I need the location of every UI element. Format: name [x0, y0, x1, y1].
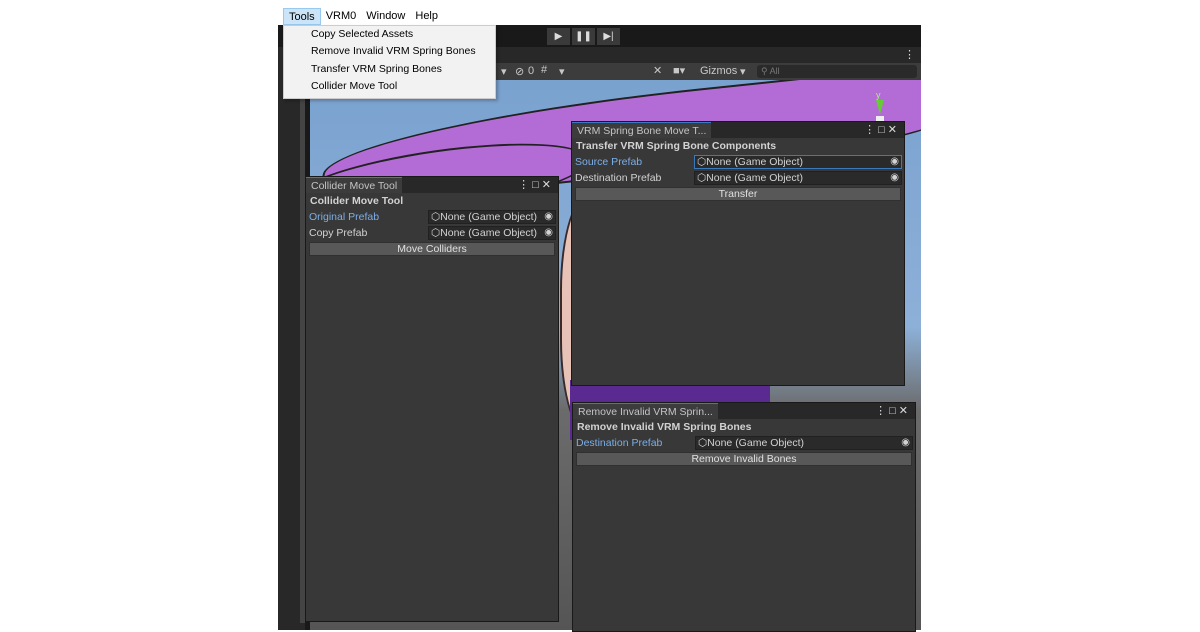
gizmo-axis-label: y — [876, 90, 881, 100]
field-value: None (Game Object) — [706, 172, 804, 184]
transfer-spring-bone-window: VRM Spring Bone Move T... ⋮□✕ Transfer VR… — [571, 121, 905, 386]
menu-item-remove-invalid-spring-bones[interactable]: Remove Invalid VRM Spring Bones — [284, 43, 495, 60]
window-controls[interactable]: ⋮□✕ — [518, 177, 554, 193]
grid-icon[interactable]: # — [541, 64, 547, 76]
menu-item-collider-move-tool[interactable]: Collider Move Tool — [284, 78, 495, 95]
original-prefab-field[interactable]: ⬡None (Game Object) ◉ — [428, 210, 556, 224]
hierarchy-panel — [278, 47, 305, 630]
transfer-button[interactable]: Transfer — [575, 187, 901, 201]
remove-invalid-bones-window: Remove Invalid VRM Sprin... ⋮□✕ Remove In… — [572, 402, 916, 632]
menu-window[interactable]: Window — [361, 8, 410, 25]
menu-item-transfer-spring-bones[interactable]: Transfer VRM Spring Bones — [284, 61, 495, 78]
destination-prefab-field[interactable]: ⬡None (Game Object) ◉ — [694, 171, 902, 185]
window-controls[interactable]: ⋮□✕ — [875, 403, 911, 419]
object-picker-icon[interactable]: ◉ — [890, 172, 899, 184]
menu-tools[interactable]: Tools — [283, 8, 321, 25]
field-label: Copy Prefab — [309, 227, 368, 239]
move-colliders-button[interactable]: Move Colliders — [309, 242, 555, 256]
tab-vrm-spring-bone-move[interactable]: VRM Spring Bone Move T... — [572, 122, 712, 138]
source-prefab-field[interactable]: ⬡None (Game Object) ◉ — [694, 155, 902, 169]
field-value: None (Game Object) — [440, 211, 538, 223]
more-icon[interactable]: ⋮ — [904, 48, 915, 61]
chevron-down-icon[interactable]: ▾ — [740, 65, 746, 78]
field-label: Destination Prefab — [576, 437, 663, 449]
field-value: None (Game Object) — [440, 227, 538, 239]
collider-move-window: Collider Move Tool ⋮□✕ Collider Move Tool… — [305, 176, 559, 622]
hidden-objects-icon[interactable]: ⊘ — [515, 65, 524, 78]
object-picker-icon[interactable]: ◉ — [544, 227, 553, 239]
tools-menu: Copy Selected Assets Remove Invalid VRM … — [283, 25, 496, 99]
search-input[interactable]: ⚲ All — [757, 65, 917, 78]
camera-icon[interactable]: ■▾ — [673, 64, 685, 77]
tab-collider-move-tool[interactable]: Collider Move Tool — [306, 177, 403, 193]
field-value: None (Game Object) — [706, 156, 804, 168]
menu-item-copy-selected-assets[interactable]: Copy Selected Assets — [284, 26, 495, 43]
copy-prefab-field[interactable]: ⬡None (Game Object) ◉ — [428, 226, 556, 240]
window-header: Collider Move Tool — [310, 195, 404, 207]
remove-invalid-bones-button[interactable]: Remove Invalid Bones — [576, 452, 912, 466]
search-placeholder: All — [769, 66, 780, 76]
play-controls: ▶ ❚❚ ▶| — [547, 28, 620, 45]
field-value: None (Game Object) — [707, 437, 805, 449]
pause-button[interactable]: ❚❚ — [572, 28, 595, 45]
tools-icon[interactable]: ✕ — [653, 64, 662, 77]
object-picker-icon[interactable]: ◉ — [890, 156, 899, 168]
destination-prefab-field[interactable]: ⬡None (Game Object) ◉ — [695, 436, 913, 450]
menu-help[interactable]: Help — [410, 8, 443, 25]
play-button[interactable]: ▶ — [547, 28, 570, 45]
window-header: Transfer VRM Spring Bone Components — [576, 140, 777, 152]
menu-vrm0[interactable]: VRM0 — [321, 8, 362, 25]
window-header: Remove Invalid VRM Spring Bones — [577, 421, 752, 433]
field-label: Source Prefab — [575, 156, 643, 168]
hidden-count: 0 — [528, 65, 535, 77]
object-picker-icon[interactable]: ◉ — [544, 211, 553, 223]
tab-remove-invalid-spring-bones[interactable]: Remove Invalid VRM Sprin... — [573, 403, 718, 419]
gizmos-button[interactable]: Gizmos — [700, 65, 737, 77]
chevron-down-icon[interactable]: ▾ — [501, 65, 507, 78]
field-label: Destination Prefab — [575, 172, 662, 184]
chevron-down-icon[interactable]: ▾ — [559, 65, 565, 78]
step-button[interactable]: ▶| — [597, 28, 620, 45]
object-picker-icon[interactable]: ◉ — [901, 437, 910, 449]
field-label: Original Prefab — [309, 211, 380, 223]
window-controls[interactable]: ⋮□✕ — [864, 122, 900, 138]
menu-bar: Tools VRM0 Window Help — [283, 8, 443, 25]
